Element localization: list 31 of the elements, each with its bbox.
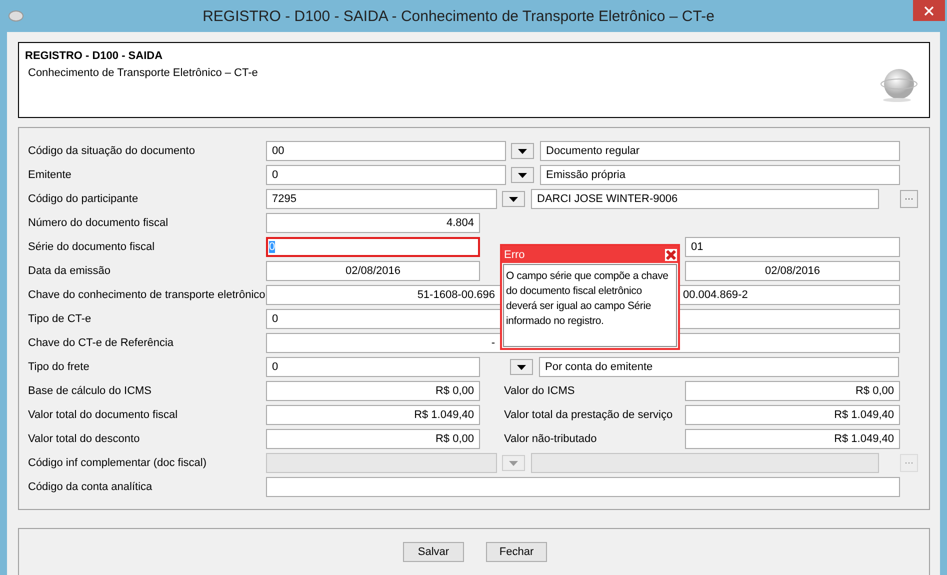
field-value: 51-1608-00.696 — [416, 289, 495, 301]
field-value: - — [490, 337, 495, 349]
field-label: Emitente — [28, 169, 72, 181]
field-label: Número do documento fiscal — [28, 217, 170, 229]
field-label: Valor total do documento fiscal — [28, 409, 179, 421]
window-title: REGISTRO - D100 - SAIDA - Conhecimento de Transporte Eletrônico – CT-e — [202, 8, 716, 24]
field-label: Série do documento fiscal — [28, 241, 156, 253]
error-title: Erro — [504, 248, 525, 260]
error-message: O campo série que compõe a chave do documento fiscal eletrônico deverá ser igual ao campo Série informado no registro. — [503, 264, 677, 347]
field-label: Código da situação do documento — [28, 145, 196, 157]
field-label: Chave do conhecimento de transporte eletrônico — [28, 289, 266, 301]
field-label: Código da conta analítica — [28, 481, 154, 493]
header-subtitle: Conhecimento de Transporte Eletrônico – CT-e — [27, 67, 258, 79]
field-label: Código inf complementar (doc fiscal) — [28, 457, 208, 469]
field-label: Valor do ICMS — [504, 385, 576, 397]
field-value: 00.004.869-2 — [682, 289, 749, 301]
field-label: Base de cálculo do ICMS — [28, 385, 153, 397]
description-field: DARCI JOSE WINTER-9006 — [531, 189, 879, 209]
description-field: Emissão própria — [540, 165, 900, 185]
field-label: Valor total do desconto — [28, 433, 141, 445]
field-label: Chave do CT-e de Referência — [28, 337, 175, 349]
field-label: Código do participante — [28, 193, 140, 205]
description-field: Por conta do emitente — [539, 357, 899, 377]
field-label: Tipo de CT-e — [28, 313, 92, 325]
field-label: Tipo do frete — [28, 361, 90, 373]
field-label: Valor não-tributado — [504, 433, 598, 445]
selected-text: 0 — [269, 241, 276, 253]
description-field: Documento regular — [540, 141, 900, 161]
field-label: Valor total da prestação de serviço — [504, 409, 674, 421]
field-label: Data da emissão — [28, 265, 112, 277]
header-title: REGISTRO - D100 - SAIDA — [25, 50, 164, 62]
